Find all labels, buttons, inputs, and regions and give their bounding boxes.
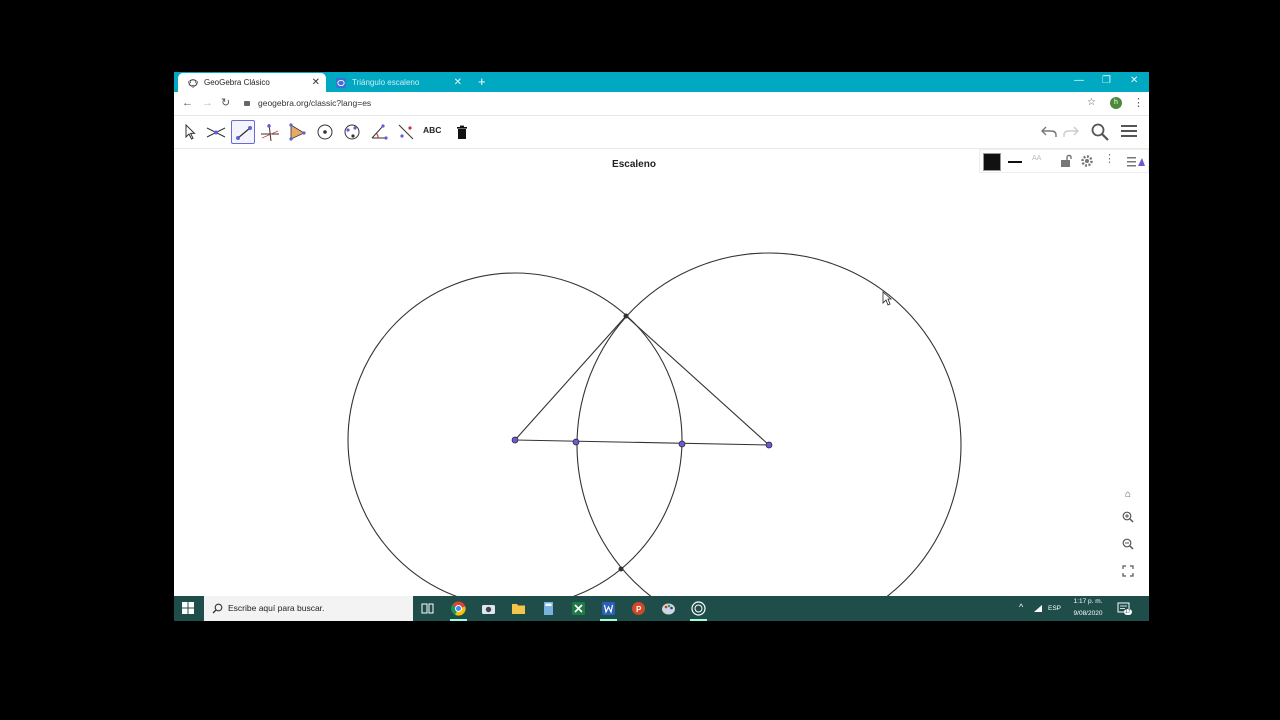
perpendicular-tool-button[interactable] [258, 120, 282, 144]
close-tab-icon[interactable]: ✕ [454, 73, 462, 92]
search-icon [212, 603, 223, 614]
segment-left-side[interactable] [514, 315, 627, 441]
segment-right-side[interactable] [625, 315, 770, 446]
circle-three-points-icon [344, 124, 360, 140]
cursor-arrow-icon [185, 123, 196, 140]
close-tab-icon[interactable]: ✕ [312, 73, 320, 92]
powerpoint-icon[interactable]: P [630, 600, 647, 617]
search-placeholder: Escribe aquí para buscar. [228, 603, 325, 613]
redo-icon[interactable] [1062, 122, 1080, 140]
hamburger-menu-icon[interactable] [1120, 122, 1138, 140]
bookmark-star-icon[interactable]: ☆ [1087, 95, 1096, 111]
language-indicator[interactable]: ESP [1048, 605, 1061, 612]
undo-icon[interactable] [1040, 122, 1058, 140]
network-icon[interactable] [1033, 604, 1043, 613]
clock-date[interactable]: 9/08/2020 [1068, 610, 1108, 617]
tab-triangulo-escaleno[interactable]: Triángulo escaleno ✕ [326, 73, 468, 92]
reflect-line-icon [398, 124, 414, 140]
geogebra-toolbar: ABC [174, 116, 1149, 149]
file-explorer-icon[interactable] [510, 600, 527, 617]
chrome-taskbar-icon[interactable] [450, 600, 467, 621]
gear-icon[interactable] [1080, 154, 1094, 168]
intersection-point-bottom[interactable] [618, 566, 624, 572]
lock-icon [244, 101, 250, 106]
trash-icon [457, 125, 467, 139]
circle-right[interactable] [576, 252, 962, 598]
calculator-icon[interactable] [540, 600, 557, 617]
point-on-base-2[interactable] [678, 440, 686, 448]
url-field[interactable]: geogebra.org/classic?lang=es [244, 95, 1114, 112]
polygon-tool-button[interactable] [285, 120, 309, 144]
line-style-icon[interactable] [1008, 161, 1022, 163]
font-size-button[interactable]: AA [1032, 155, 1041, 162]
angle-tool-button[interactable] [367, 120, 391, 144]
graphics-view[interactable] [174, 149, 1149, 598]
reload-icon[interactable]: ↻ [221, 95, 230, 111]
toggle-style-bar-icon[interactable] [1126, 154, 1146, 168]
back-arrow-icon[interactable]: ← [182, 95, 193, 111]
text-tool-button[interactable]: ABC [421, 120, 445, 144]
camera-taskbar-icon[interactable] [480, 600, 497, 617]
search-icon[interactable] [1090, 122, 1110, 142]
point-a[interactable] [511, 436, 519, 444]
notification-badge: 17 [1124, 609, 1132, 615]
intersection-point-top[interactable] [623, 313, 629, 319]
angle-icon [371, 124, 388, 140]
browser-menu-icon[interactable]: ⋮ [1133, 95, 1144, 111]
circle-center-icon [317, 124, 333, 140]
tab-title: Triángulo escaleno [352, 78, 420, 87]
style-bar: AA ⋮ [979, 149, 1149, 173]
tab-geogebra-clasico[interactable]: GeoGebra Clásico ✕ [178, 73, 326, 92]
segment-base[interactable] [514, 439, 770, 446]
zoom-out-icon[interactable] [1122, 538, 1134, 550]
move-tool-button[interactable] [177, 120, 201, 144]
more-options-icon[interactable]: ⋮ [1104, 152, 1115, 165]
screen: GeoGebra Clásico ✕ Triángulo escaleno ✕ … [174, 72, 1149, 621]
forward-arrow-icon[interactable]: → [202, 95, 213, 111]
excel-icon[interactable] [570, 600, 587, 617]
reflect-tool-button[interactable] [394, 120, 418, 144]
fullscreen-icon[interactable] [1122, 565, 1134, 577]
paint-app-icon[interactable] [660, 600, 677, 617]
polygon-icon [289, 123, 306, 141]
point-b[interactable] [765, 441, 773, 449]
word-icon[interactable] [600, 600, 617, 621]
delete-tool-button[interactable] [450, 120, 474, 144]
tab-title: GeoGebra Clásico [204, 78, 270, 87]
canvas-title: Escaleno [612, 159, 656, 170]
circle-center-tool-button[interactable] [313, 120, 337, 144]
color-swatch[interactable] [983, 153, 1001, 171]
geogebra-favicon-icon [188, 79, 198, 88]
home-icon[interactable]: ⌂ [1114, 484, 1142, 506]
point-on-base-1[interactable] [572, 438, 580, 446]
taskbar-search-field[interactable]: Escribe aquí para buscar. [204, 596, 413, 621]
profile-avatar[interactable]: h [1110, 97, 1122, 109]
segment-tool-button[interactable] [231, 120, 255, 144]
tab-strip: GeoGebra Clásico ✕ Triángulo escaleno ✕ … [174, 72, 1149, 92]
url-text: geogebra.org/classic?lang=es [258, 98, 372, 108]
address-bar: ← → ↻ geogebra.org/classic?lang=es ☆ h ⋮ [174, 92, 1149, 116]
intersection-point-icon [206, 127, 226, 138]
unlock-icon[interactable] [1059, 154, 1073, 168]
segment-icon [236, 126, 252, 140]
perpendicular-line-icon [261, 123, 279, 142]
circle-three-points-tool-button[interactable] [340, 120, 364, 144]
windows-taskbar: Escribe aquí para buscar. P ^ ESP 1:17 p… [174, 596, 1149, 621]
new-tab-icon[interactable]: + [478, 72, 486, 92]
restore-icon[interactable]: ❐ [1102, 72, 1111, 90]
close-window-icon[interactable]: ✕ [1130, 72, 1138, 90]
screen-recorder-icon[interactable] [690, 600, 707, 621]
geogebra-favicon-icon [336, 78, 346, 88]
intersect-tool-button[interactable] [204, 120, 228, 144]
clock-time[interactable]: 1:17 p. m. [1068, 598, 1108, 605]
zoom-in-icon[interactable] [1122, 511, 1134, 523]
svg-text:P: P [636, 605, 642, 614]
minimize-icon[interactable]: — [1074, 72, 1084, 90]
task-view-icon[interactable] [419, 600, 436, 617]
chevron-up-icon[interactable]: ^ [1019, 602, 1023, 612]
windows-start-icon[interactable] [182, 602, 194, 614]
text-tool-label: ABC [423, 125, 442, 135]
system-tray: ^ ESP 1:17 p. m. 9/08/2020 17 [1019, 596, 1149, 621]
